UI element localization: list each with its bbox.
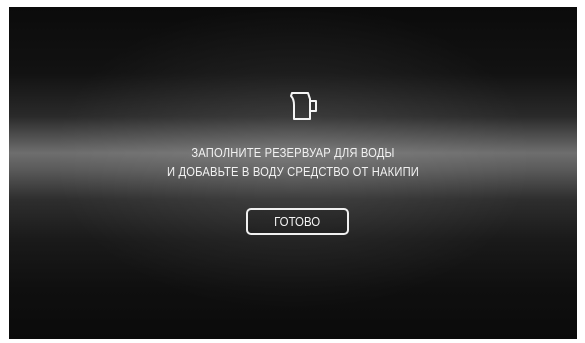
done-button-label: ГОТОВО xyxy=(274,214,321,229)
instruction-line-1: ЗАПОЛНИТЕ РЕЗЕРВУАР ДЛЯ ВОДЫ xyxy=(191,145,395,160)
display-screen: ЗАПОЛНИТЕ РЕЗЕРВУАР ДЛЯ ВОДЫ И ДОБАВЬТЕ … xyxy=(9,7,577,339)
pitcher-icon xyxy=(290,92,317,120)
instruction-message: ЗАПОЛНИТЕ РЕЗЕРВУАР ДЛЯ ВОДЫ И ДОБАВЬТЕ … xyxy=(49,143,537,181)
done-button[interactable]: ГОТОВО xyxy=(246,208,349,235)
device-frame: ЗАПОЛНИТЕ РЕЗЕРВУАР ДЛЯ ВОДЫ И ДОБАВЬТЕ … xyxy=(0,0,585,343)
instruction-line-2: И ДОБАВЬТЕ В ВОДУ СРЕДСТВО ОТ НАКИПИ xyxy=(166,164,419,179)
